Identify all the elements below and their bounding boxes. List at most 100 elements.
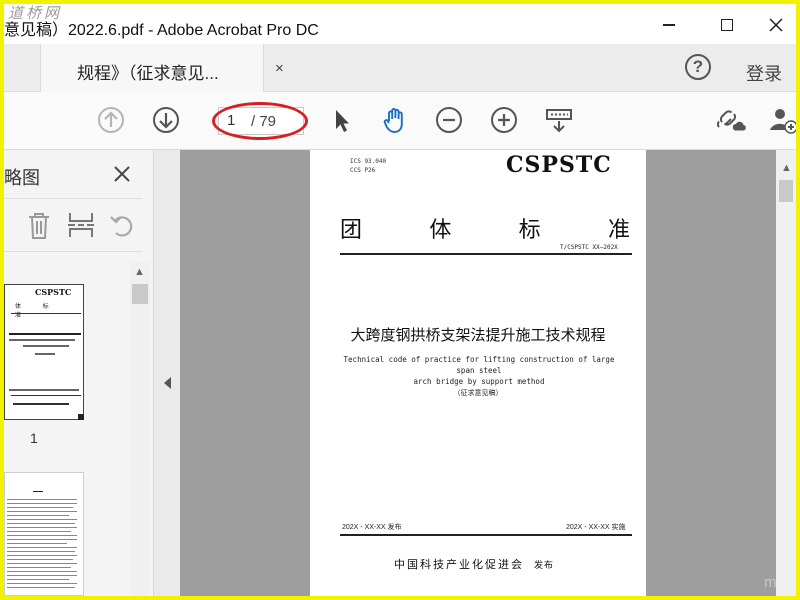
thumbnail-text <box>9 389 79 391</box>
divider <box>340 534 632 536</box>
thumbnail-text <box>7 555 77 556</box>
standard-type-char: 标 <box>518 217 541 242</box>
select-pointer-icon <box>336 110 349 132</box>
document-page: ICS 93.040 CCS P26 CSPSTC 团 体 标 准 T/CSPS… <box>310 150 646 596</box>
rotate-icon <box>110 216 133 237</box>
thumbnail-text <box>7 583 77 584</box>
thumbnails-panel: 缩略图 CSPSTC 体 标 准 <box>4 150 154 596</box>
page-display-button[interactable] <box>542 103 576 137</box>
zoom-in-icon <box>491 107 517 133</box>
arrow-down-icon <box>153 107 179 133</box>
thumbnail-text <box>35 353 55 355</box>
close-icon <box>769 18 783 32</box>
thumbnail-resize-handle[interactable] <box>78 414 84 420</box>
thumbnail-text <box>7 527 77 528</box>
rotate-page-button[interactable] <box>108 209 138 241</box>
toolbar: 1 / 79 <box>4 92 796 150</box>
standard-number: T/CSPSTC XX—202X <box>560 244 618 251</box>
tab-bar: 规程》（征求意见... × ? 登录 <box>4 44 796 92</box>
document-scrollbar[interactable]: ▲ <box>776 150 796 596</box>
thumbnail-text <box>33 491 43 492</box>
page-number-field[interactable]: 1 / 79 <box>218 107 304 135</box>
thumbnail-text <box>7 543 67 544</box>
title-en-line: Technical code of practice for lifting c… <box>343 355 615 375</box>
select-tool-button[interactable] <box>324 103 358 137</box>
thumbnail-text <box>7 567 71 568</box>
thumbnail-text <box>7 575 77 576</box>
thumbnail-title-chars: 体 标 准 <box>15 304 59 319</box>
publish-date: 202X - XX-XX 发布 <box>342 524 402 531</box>
panel-close-button[interactable] <box>112 164 132 184</box>
add-user-icon <box>770 109 796 134</box>
zoom-out-button[interactable] <box>432 103 466 137</box>
standard-type-char: 准 <box>607 217 630 242</box>
panel-title: 缩略图 <box>4 168 40 188</box>
implement-date: 202X - XX-XX 实施 <box>566 524 626 531</box>
scrollbar-thumb[interactable] <box>779 180 793 202</box>
thumbnail-text <box>7 551 75 552</box>
hand-tool-button[interactable] <box>378 103 412 137</box>
app-window: 意见稿）2022.6.pdf - Adobe Acrobat Pro DC 道桥… <box>4 4 796 596</box>
thumbnail-text <box>7 507 73 508</box>
zoom-out-icon <box>436 107 462 133</box>
page-number-input[interactable]: 1 <box>227 112 235 129</box>
extract-page-button[interactable] <box>66 209 96 241</box>
thumbnail-line <box>11 395 81 396</box>
watermark: 道桥网 <box>8 4 63 22</box>
thumbnail-text <box>7 511 77 512</box>
delete-page-button[interactable] <box>24 209 54 241</box>
login-button[interactable]: 登录 <box>746 60 782 86</box>
thumbnail-text <box>7 563 77 564</box>
publish-word: 发布 <box>534 560 555 570</box>
thumbnail-text <box>7 559 73 560</box>
document-tab[interactable]: 规程》（征求意见... × <box>40 44 284 92</box>
document-title-en: Technical code of practice for lifting c… <box>334 354 624 387</box>
next-page-button[interactable] <box>149 103 183 137</box>
close-window-button[interactable] <box>756 10 796 40</box>
document-title-cn: 大跨度钢拱桥支架法提升施工技术规程 <box>350 327 606 344</box>
thumbnail-text <box>7 531 71 532</box>
add-user-button[interactable] <box>766 103 796 137</box>
thumbnail-text <box>7 571 77 572</box>
title-en-line: arch bridge by support method <box>413 377 545 386</box>
thumbnail-text <box>7 519 77 520</box>
tab-close-button[interactable]: × <box>275 60 284 77</box>
minimize-button[interactable] <box>649 10 689 40</box>
thumbnail-text <box>9 333 81 335</box>
tab-label: 规程》（征求意见... <box>77 64 219 83</box>
standard-type-char: 体 <box>429 217 452 242</box>
thumbnail-text <box>7 503 77 504</box>
thumbnail-header: CSPSTC <box>35 287 72 297</box>
scroll-up-arrow-icon[interactable]: ▲ <box>134 266 145 278</box>
thumbnail-page-number: 1 <box>30 430 38 446</box>
panel-scrollbar[interactable]: ▲ <box>130 262 150 596</box>
collapse-left-icon[interactable] <box>164 377 171 389</box>
share-link-button[interactable] <box>714 103 748 137</box>
page-thumbnail-1[interactable]: CSPSTC 体 标 准 <box>4 284 84 420</box>
standard-type-title: 团 体 标 准 <box>340 212 630 244</box>
share-link-icon <box>716 110 746 131</box>
watermark: m <box>764 574 779 591</box>
ics-code: ICS 93.040 CCS P26 <box>350 157 386 175</box>
title-bar: 意见稿）2022.6.pdf - Adobe Acrobat Pro DC 道桥… <box>4 4 796 44</box>
previous-page-button[interactable] <box>94 103 128 137</box>
scroll-up-arrow-icon[interactable]: ▲ <box>781 162 792 174</box>
panel-toggle-strip[interactable] <box>154 150 180 596</box>
hand-tool-icon <box>383 108 403 133</box>
thumbnail-text <box>7 539 77 540</box>
organization-logo-text: CSPSTC <box>506 152 612 178</box>
minimize-icon <box>663 24 675 26</box>
publisher: 中国科技产业化促进会 发布 <box>394 556 554 572</box>
ccs-line: CCS P26 <box>350 167 376 174</box>
help-icon[interactable]: ? <box>685 54 711 80</box>
scrollbar-thumb[interactable] <box>132 284 148 304</box>
thumbnail-text <box>23 345 69 347</box>
extract-icon <box>68 213 94 237</box>
zoom-in-button[interactable] <box>487 103 521 137</box>
page-thumbnail-2[interactable] <box>4 472 84 596</box>
maximize-button[interactable] <box>707 10 747 40</box>
ics-line: ICS 93.040 <box>350 158 387 165</box>
standard-type-char: 团 <box>340 217 363 242</box>
publisher-name: 中国科技产业化促进会 <box>394 559 524 571</box>
panel-toolbar <box>4 198 142 252</box>
